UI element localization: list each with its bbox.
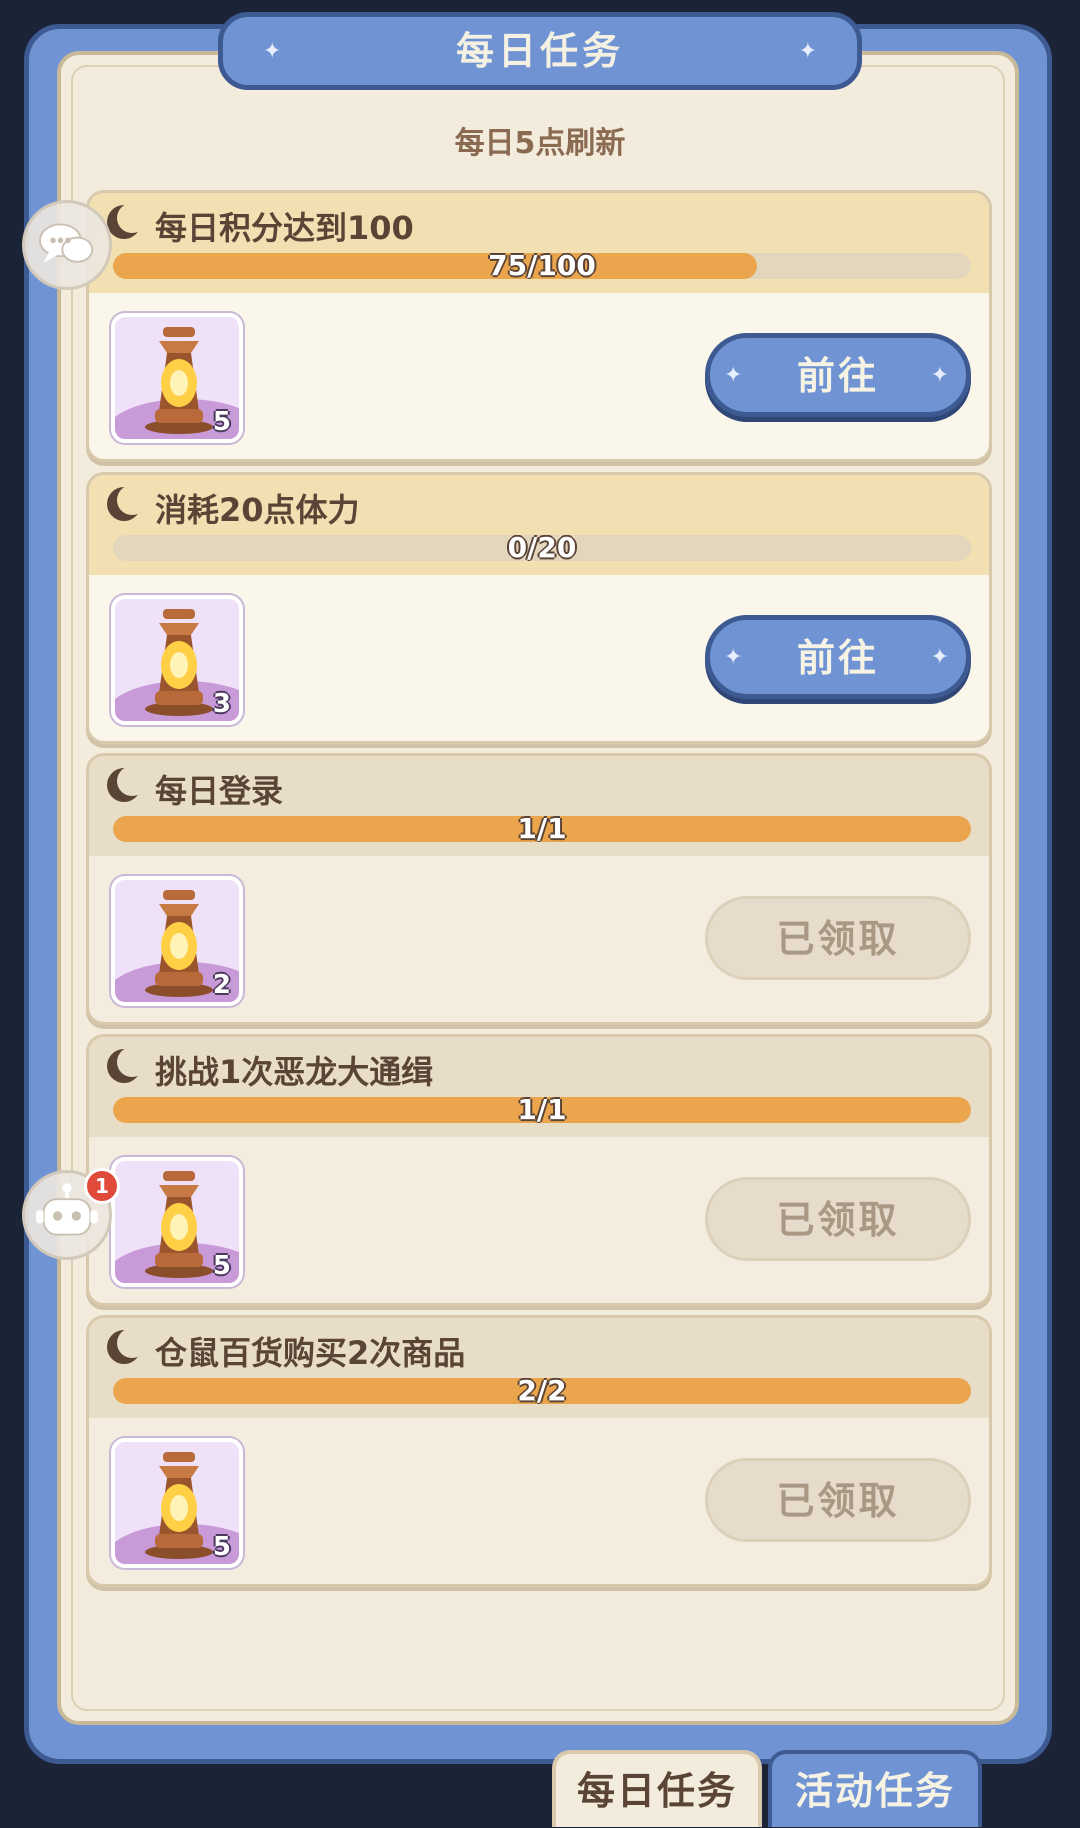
- sparkle-icon: ✦: [930, 645, 952, 670]
- task-card: 仓鼠百货购买2次商品 2/2 5 已领取: [86, 1315, 992, 1587]
- lantern-icon: [145, 890, 213, 997]
- claimed-button: 已领取: [705, 1458, 971, 1542]
- reward-count: 5: [212, 1251, 231, 1281]
- task-card: 消耗20点体力 0/20 3 ✦ 前往 ✦: [86, 472, 992, 744]
- task-title: 每日积分达到100: [155, 209, 414, 247]
- tab-daily-tasks[interactable]: 每日任务: [552, 1750, 762, 1827]
- progress-bar: 1/1: [113, 816, 971, 842]
- reward-item[interactable]: 5: [111, 1438, 243, 1568]
- title-banner: ✦ 每日任务 ✦: [218, 12, 862, 90]
- lantern-icon: [145, 1171, 213, 1278]
- moon-icon: [107, 1047, 147, 1083]
- progress-text: 75/100: [488, 253, 596, 279]
- moon-icon: [107, 203, 147, 239]
- task-header: 仓鼠百货购买2次商品 2/2: [89, 1318, 989, 1418]
- sparkle-icon: ✦: [798, 39, 817, 64]
- go-button[interactable]: ✦ 前往 ✦: [705, 615, 971, 699]
- task-card: 挑战1次恶龙大通缉 1/1 5 已领取: [86, 1034, 992, 1306]
- reward-count: 3: [212, 689, 231, 719]
- progress-text: 1/1: [517, 816, 567, 842]
- reward-count: 5: [212, 1532, 231, 1562]
- chat-bubbles-icon: [39, 223, 94, 263]
- claimed-button: 已领取: [705, 896, 971, 980]
- lantern-icon: [145, 327, 213, 434]
- chat-button[interactable]: [22, 200, 112, 290]
- reward-count: 5: [212, 407, 231, 437]
- reward-item[interactable]: 2: [111, 876, 243, 1006]
- progress-text: 0/20: [507, 535, 577, 561]
- refresh-note: 每日5点刷新: [454, 126, 626, 161]
- progress-bar: 2/2: [113, 1378, 971, 1404]
- progress-bar: 75/100: [113, 253, 971, 279]
- sparkle-icon: ✦: [724, 363, 746, 388]
- claimed-button: 已领取: [705, 1177, 971, 1261]
- task-header: 每日登录 1/1: [89, 756, 989, 856]
- sparkle-icon: ✦: [263, 39, 282, 64]
- lantern-icon: [145, 609, 213, 716]
- progress-bar: 0/20: [113, 535, 971, 561]
- go-button[interactable]: ✦ 前往 ✦: [705, 333, 971, 417]
- moon-icon: [107, 766, 147, 802]
- task-header: 消耗20点体力 0/20: [89, 475, 989, 575]
- sparkle-icon: ✦: [930, 363, 952, 388]
- lantern-icon: [145, 1452, 213, 1559]
- reward-item[interactable]: 5: [111, 313, 243, 443]
- page-title: 每日任务: [455, 29, 624, 73]
- notification-badge: 1: [84, 1168, 120, 1204]
- moon-icon: [107, 485, 147, 521]
- reward-item[interactable]: 5: [111, 1157, 243, 1287]
- task-card: 每日登录 1/1 2 已领取: [86, 753, 992, 1025]
- moon-icon: [107, 1328, 147, 1364]
- task-title: 挑战1次恶龙大通缉: [155, 1053, 434, 1091]
- reward-item[interactable]: 3: [111, 595, 243, 725]
- go-button-label: 前往: [796, 354, 879, 398]
- task-header: 每日积分达到100 75/100: [89, 193, 989, 293]
- tab-event-tasks[interactable]: 活动任务: [768, 1750, 982, 1827]
- reward-count: 2: [212, 970, 231, 1000]
- task-header: 挑战1次恶龙大通缉 1/1: [89, 1037, 989, 1137]
- progress-text: 2/2: [517, 1378, 567, 1404]
- progress-bar: 1/1: [113, 1097, 971, 1123]
- go-button-label: 前往: [796, 636, 879, 680]
- sparkle-icon: ✦: [724, 645, 746, 670]
- task-title: 每日登录: [155, 772, 284, 810]
- task-card: 每日积分达到100 75/100 5 ✦ 前往 ✦: [86, 190, 992, 462]
- task-title: 仓鼠百货购买2次商品: [155, 1334, 466, 1372]
- progress-text: 1/1: [517, 1097, 567, 1123]
- task-title: 消耗20点体力: [155, 491, 360, 529]
